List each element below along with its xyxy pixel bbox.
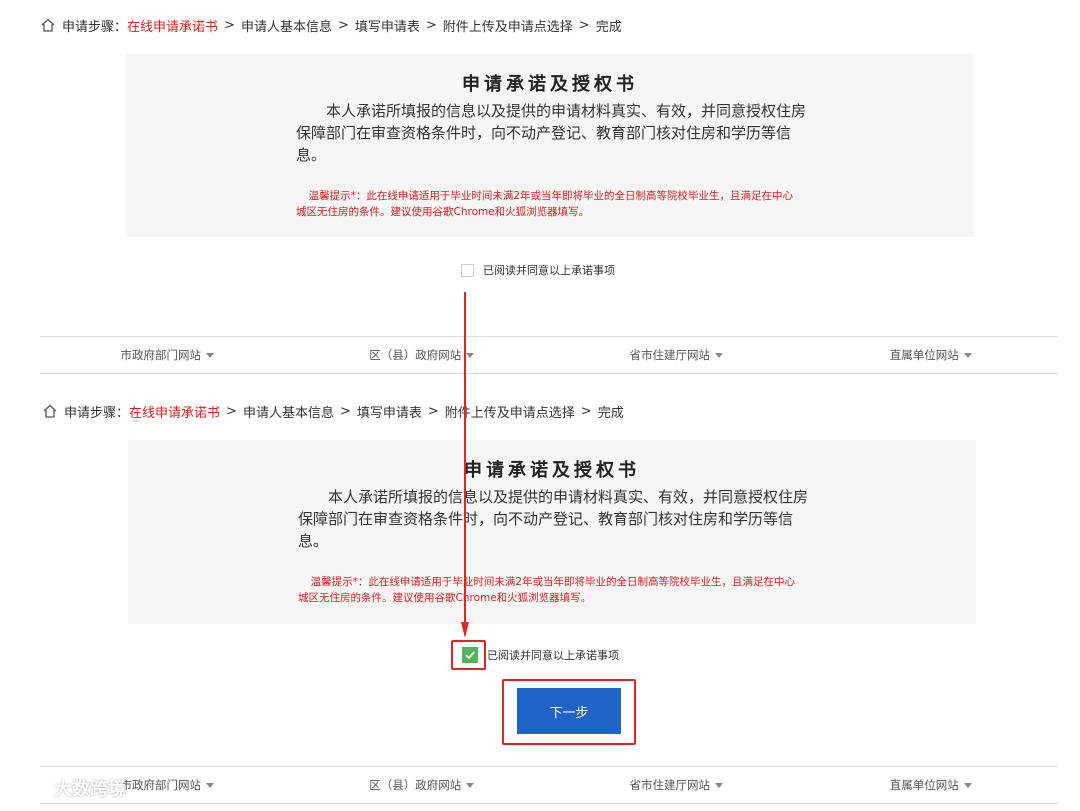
breadcrumb-step: 附件上传及申请点选择 xyxy=(442,19,573,35)
footer-nav-label: 市政府部门网站 xyxy=(120,778,202,792)
footer-nav-item-district-gov[interactable]: 区（县）政府网站 xyxy=(295,347,550,363)
caret-down-icon xyxy=(715,353,723,358)
footer-nav-item-district-gov[interactable]: 区（县）政府网站 xyxy=(295,777,550,793)
agree-checkbox-checked[interactable] xyxy=(462,647,478,663)
breadcrumb-separator: > xyxy=(337,17,349,33)
footer-nav-label: 直属单位网站 xyxy=(889,778,959,792)
breadcrumb-separator: > xyxy=(580,403,592,419)
agree-label[interactable]: 已阅读并同意以上承诺事项 xyxy=(487,647,619,663)
breadcrumb: 申请步骤： 在线申请承诺书 > 申请人基本信息 > 填写申请表 > 附件上传及申… xyxy=(40,14,622,36)
footer-nav-item-affiliates[interactable]: 直属单位网站 xyxy=(804,347,1059,363)
caret-down-icon xyxy=(963,783,972,788)
caret-down-icon xyxy=(206,353,214,358)
agree-label[interactable]: 已阅读并同意以上承诺事项 xyxy=(483,262,615,278)
breadcrumb-step: 申请人基本信息 xyxy=(242,405,334,421)
footer-nav-label: 直属单位网站 xyxy=(889,348,959,362)
after-screenshot-panel: 申请步骤： 在线申请承诺书 > 申请人基本信息 > 填写申请表 > 附件上传及申… xyxy=(0,388,1080,811)
footer-nav: 市政府部门网站 区（县）政府网站 省市住建厅网站 直属单位网站 xyxy=(40,336,1058,374)
card-hint-text: 温馨提示*：此在线申请适用于毕业时间未满2年或当年即将毕业的全日制高等院校毕业生… xyxy=(298,576,796,604)
annotation-arrow-icon xyxy=(461,292,469,638)
watermark: 大数跨境 xyxy=(8,774,126,802)
caret-down-icon xyxy=(963,353,972,358)
watermark-text: 大数跨境 xyxy=(54,779,126,800)
breadcrumb-step: 填写申请表 xyxy=(356,405,422,421)
footer-nav-label: 省市住建厅网站 xyxy=(629,778,711,792)
breadcrumb: 申请步骤： 在线申请承诺书 > 申请人基本信息 > 填写申请表 > 附件上传及申… xyxy=(42,400,624,422)
caret-down-icon xyxy=(206,783,214,788)
card-hint-text: 温馨提示*：此在线申请适用于毕业时间未满2年或当年即将毕业的全日制高等院校毕业生… xyxy=(296,190,794,218)
commitment-card: 申请承诺及授权书 本人承诺所填报的信息以及提供的申请材料真实、有效，并同意授权住… xyxy=(126,54,974,237)
footer-nav-item-housing-dept[interactable]: 省市住建厅网站 xyxy=(549,347,804,363)
footer-nav-label: 区（县）政府网站 xyxy=(369,778,462,792)
footer-nav-label: 市政府部门网站 xyxy=(120,348,202,362)
card-body-text: 本人承诺所填报的信息以及提供的申请材料真实、有效，并同意授权住房保障部门在审查资… xyxy=(298,488,809,550)
commitment-card: 申请承诺及授权书 本人承诺所填报的信息以及提供的申请材料真实、有效，并同意授权住… xyxy=(128,440,976,624)
breadcrumb-separator: > xyxy=(339,403,351,419)
breadcrumb-step-current: 在线申请承诺书 xyxy=(127,19,219,35)
card-title: 申请承诺及授权书 xyxy=(462,74,638,95)
footer-nav-item-housing-dept[interactable]: 省市住建厅网站 xyxy=(549,777,804,793)
checkmark-icon xyxy=(465,651,475,660)
breadcrumb-prefix: 申请步骤： xyxy=(62,19,128,35)
next-step-button[interactable]: 下一步 xyxy=(517,688,621,734)
agree-row: 已阅读并同意以上承诺事项 xyxy=(462,647,619,663)
breadcrumb-step: 申请人基本信息 xyxy=(240,19,332,35)
breadcrumb-separator: > xyxy=(578,17,590,33)
watermark-logo-icon xyxy=(9,779,46,797)
breadcrumb-separator: > xyxy=(226,403,237,419)
caret-down-icon xyxy=(466,783,475,788)
before-screenshot-panel: 申请步骤： 在线申请承诺书 > 申请人基本信息 > 填写申请表 > 附件上传及申… xyxy=(0,0,1080,380)
breadcrumb-separator: > xyxy=(425,17,437,33)
home-icon[interactable] xyxy=(42,403,58,419)
footer-nav: 市政府部门网站 区（县）政府网站 省市住建厅网站 直属单位网站 xyxy=(40,766,1058,804)
breadcrumb-step-current: 在线申请承诺书 xyxy=(129,405,221,421)
card-title: 申请承诺及授权书 xyxy=(464,460,640,481)
breadcrumb-separator: > xyxy=(224,17,235,33)
card-body-text: 本人承诺所填报的信息以及提供的申请材料真实、有效，并同意授权住房保障部门在审查资… xyxy=(296,102,807,164)
breadcrumb-step: 完成 xyxy=(595,19,622,35)
agree-row: 已阅读并同意以上承诺事项 xyxy=(461,262,615,278)
caret-down-icon xyxy=(715,783,723,788)
footer-nav-item-city-gov[interactable]: 市政府部门网站 xyxy=(40,347,295,363)
home-icon[interactable] xyxy=(40,17,56,33)
footer-nav-item-affiliates[interactable]: 直属单位网站 xyxy=(804,777,1059,793)
breadcrumb-prefix: 申请步骤： xyxy=(64,405,130,421)
breadcrumb-step: 填写申请表 xyxy=(354,19,420,35)
breadcrumb-separator: > xyxy=(427,403,439,419)
footer-nav-label: 区（县）政府网站 xyxy=(369,348,462,362)
agree-checkbox[interactable] xyxy=(461,263,474,277)
breadcrumb-step: 完成 xyxy=(597,405,624,421)
footer-nav-label: 省市住建厅网站 xyxy=(629,348,711,362)
